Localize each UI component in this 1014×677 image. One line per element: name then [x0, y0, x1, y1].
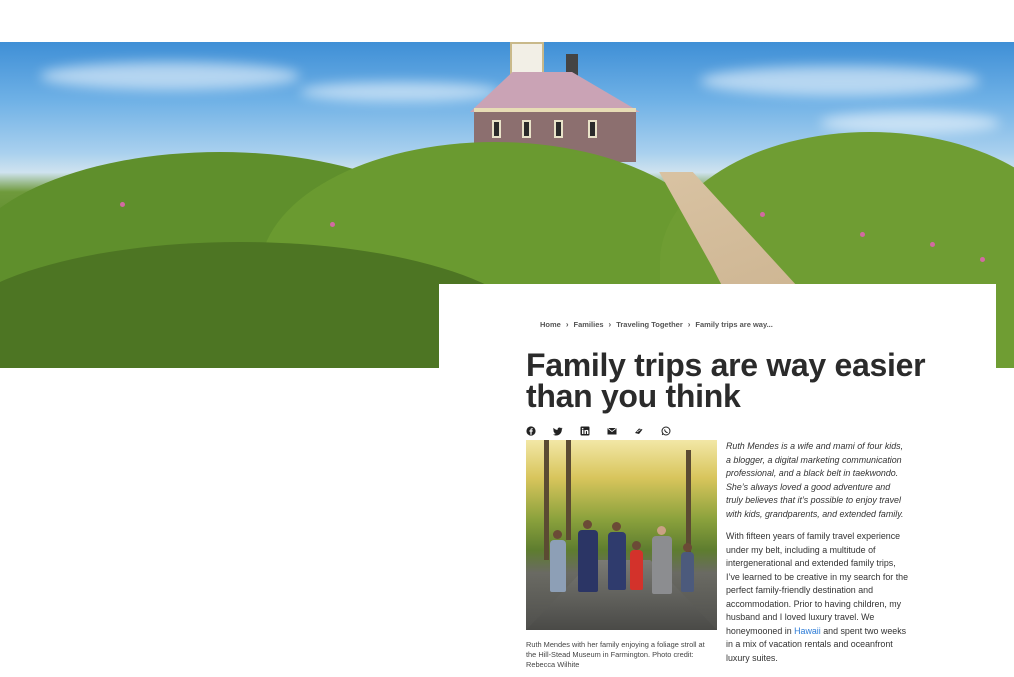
- page-title: Family trips are way easier than you thi…: [526, 347, 926, 414]
- photo-caption: Ruth Mendes with her family enjoying a f…: [526, 640, 705, 669]
- body-text-start: With fifteen years of family travel expe…: [726, 531, 909, 636]
- breadcrumb: Home › Families › Traveling Together › F…: [540, 320, 773, 329]
- chevron-right-icon: ›: [565, 320, 569, 329]
- breadcrumb-families[interactable]: Families: [574, 320, 604, 329]
- article-body: With fifteen years of family travel expe…: [726, 530, 911, 665]
- twitter-icon[interactable]: [553, 426, 563, 436]
- facebook-icon[interactable]: [526, 426, 536, 436]
- article-card: Home › Families › Traveling Together › F…: [439, 284, 996, 677]
- share-bar: [526, 426, 671, 436]
- email-icon[interactable]: [607, 426, 617, 436]
- link-icon[interactable]: [634, 426, 644, 436]
- whatsapp-icon[interactable]: [661, 426, 671, 436]
- family-photo: [526, 440, 717, 630]
- chevron-right-icon: ›: [608, 320, 612, 329]
- hawaii-link[interactable]: Hawaii: [794, 626, 821, 636]
- author-bio: Ruth Mendes is a wife and mami of four k…: [726, 441, 904, 519]
- breadcrumb-home[interactable]: Home: [540, 320, 561, 329]
- chevron-right-icon: ›: [687, 320, 691, 329]
- linkedin-icon[interactable]: [580, 426, 590, 436]
- breadcrumb-traveling-together[interactable]: Traveling Together: [616, 320, 683, 329]
- breadcrumb-current: Family trips are way...: [695, 320, 773, 329]
